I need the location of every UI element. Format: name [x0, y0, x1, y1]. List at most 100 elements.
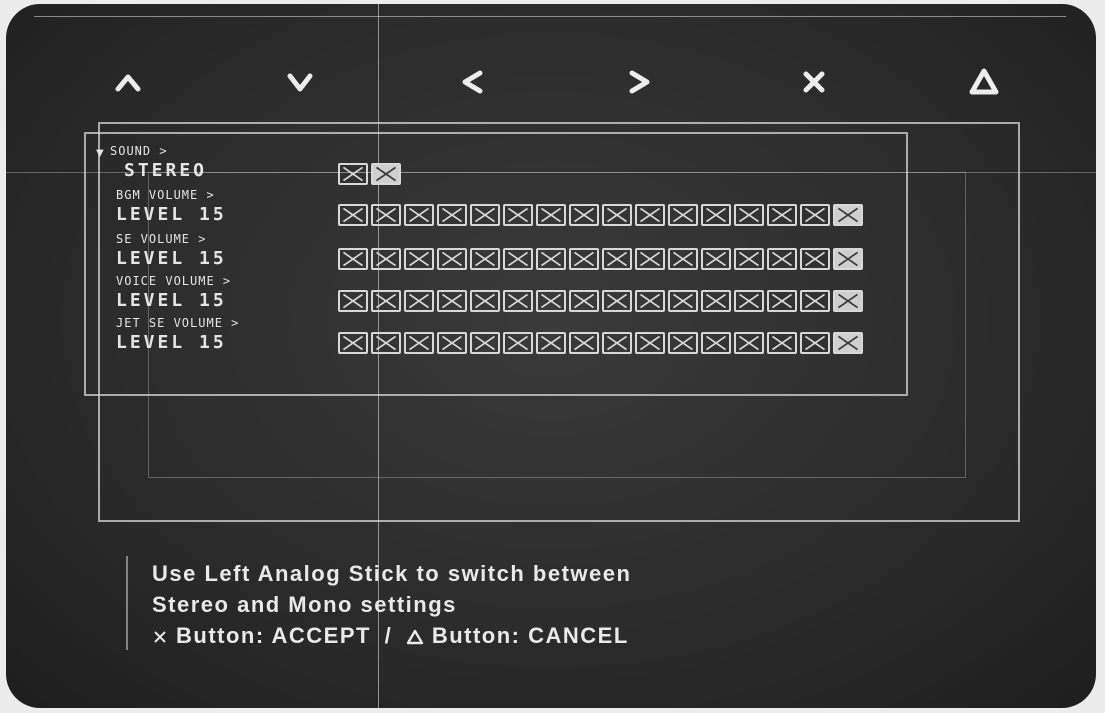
volume-cell[interactable] — [767, 248, 797, 270]
volume-cell[interactable] — [371, 204, 401, 226]
cross-button-icon — [152, 622, 168, 653]
bgm-volume-label: BGM VOLUME > — [116, 188, 215, 202]
volume-cell[interactable] — [470, 332, 500, 354]
volume-cell[interactable] — [569, 332, 599, 354]
volume-cell[interactable] — [371, 290, 401, 312]
cross-icon[interactable] — [792, 60, 836, 104]
volume-cell[interactable] — [734, 204, 764, 226]
down-chevron-icon[interactable] — [278, 60, 322, 104]
volume-cell[interactable] — [635, 290, 665, 312]
hint-separator: / — [384, 623, 393, 648]
game-screen: ▼ SOUND > STEREO BGM VOLUME > LEVEL 15 S… — [6, 4, 1096, 708]
volume-cell[interactable] — [767, 332, 797, 354]
volume-cell[interactable] — [635, 332, 665, 354]
volume-cell[interactable] — [404, 248, 434, 270]
left-chevron-icon[interactable] — [450, 60, 494, 104]
volume-cell[interactable] — [470, 204, 500, 226]
volume-cell[interactable] — [668, 290, 698, 312]
volume-cell[interactable] — [668, 332, 698, 354]
volume-cell[interactable] — [503, 204, 533, 226]
selection-arrow-icon: ▼ — [96, 148, 104, 159]
volume-cell[interactable] — [734, 290, 764, 312]
volume-cell[interactable] — [833, 332, 863, 354]
volume-cell[interactable] — [437, 332, 467, 354]
volume-cell[interactable] — [503, 248, 533, 270]
up-chevron-icon[interactable] — [106, 60, 150, 104]
volume-cell[interactable] — [800, 332, 830, 354]
volume-cell[interactable] — [734, 332, 764, 354]
help-line-1: Use Left Analog Stick to switch between — [152, 561, 632, 586]
volume-cell[interactable] — [602, 290, 632, 312]
volume-cell[interactable] — [503, 290, 533, 312]
volume-cell[interactable] — [503, 332, 533, 354]
volume-cell[interactable] — [701, 248, 731, 270]
volume-cell[interactable] — [635, 204, 665, 226]
se-level-text: LEVEL 15 — [116, 248, 227, 269]
bgm-volume-slider[interactable] — [338, 204, 863, 226]
volume-cell[interactable] — [536, 332, 566, 354]
volume-cell[interactable] — [602, 204, 632, 226]
volume-cell[interactable] — [404, 204, 434, 226]
volume-cell[interactable] — [668, 204, 698, 226]
stereo-label: STEREO — [124, 160, 208, 181]
volume-cell[interactable] — [701, 332, 731, 354]
volume-cell[interactable] — [569, 204, 599, 226]
jet-se-volume-label: JET SE VOLUME > — [116, 316, 240, 330]
volume-cell[interactable] — [701, 290, 731, 312]
volume-cell[interactable] — [437, 290, 467, 312]
help-line-3: Button: ACCEPT / Button: CANCEL — [152, 620, 631, 653]
volume-cell[interactable] — [404, 290, 434, 312]
volume-cell[interactable] — [668, 248, 698, 270]
volume-cell[interactable] — [437, 248, 467, 270]
volume-cell[interactable] — [800, 290, 830, 312]
right-chevron-icon[interactable] — [618, 60, 662, 104]
volume-cell[interactable] — [338, 204, 368, 226]
se-volume-slider[interactable] — [338, 248, 863, 270]
volume-cell[interactable] — [734, 248, 764, 270]
jet-se-volume-slider[interactable] — [338, 332, 863, 354]
volume-cell[interactable] — [701, 204, 731, 226]
help-text: Use Left Analog Stick to switch between … — [152, 558, 631, 653]
stereo-mono-selector[interactable] — [338, 163, 401, 185]
volume-cell[interactable] — [767, 204, 797, 226]
volume-cell[interactable] — [833, 290, 863, 312]
volume-cell[interactable] — [371, 332, 401, 354]
guide-line-top — [34, 16, 1066, 17]
volume-cell[interactable] — [338, 290, 368, 312]
volume-cell[interactable] — [536, 248, 566, 270]
volume-cell[interactable] — [338, 332, 368, 354]
voice-volume-slider[interactable] — [338, 290, 863, 312]
volume-cell[interactable] — [536, 204, 566, 226]
volume-cell[interactable] — [437, 204, 467, 226]
voice-volume-label: VOICE VOLUME > — [116, 274, 232, 288]
volume-cell[interactable] — [569, 290, 599, 312]
voice-level-text: LEVEL 15 — [116, 290, 227, 311]
volume-cell[interactable] — [338, 248, 368, 270]
volume-cell[interactable] — [635, 248, 665, 270]
volume-cell[interactable] — [602, 248, 632, 270]
volume-cell[interactable] — [833, 204, 863, 226]
se-volume-label: SE VOLUME > — [116, 232, 207, 246]
volume-cell[interactable] — [602, 332, 632, 354]
volume-cell[interactable] — [404, 332, 434, 354]
help-divider — [126, 556, 128, 650]
jet-se-level-text: LEVEL 15 — [116, 332, 227, 353]
accept-hint: Button: ACCEPT — [176, 623, 371, 648]
volume-cell[interactable] — [767, 290, 797, 312]
stereo-cell[interactable] — [338, 163, 368, 185]
section-label-sound: SOUND > — [110, 144, 168, 158]
volume-cell[interactable] — [569, 248, 599, 270]
volume-cell[interactable] — [536, 290, 566, 312]
stereo-cell[interactable] — [371, 163, 401, 185]
controller-button-row — [6, 60, 1096, 110]
sound-menu: ▼ SOUND > STEREO BGM VOLUME > LEVEL 15 S… — [90, 138, 890, 378]
volume-cell[interactable] — [371, 248, 401, 270]
volume-cell[interactable] — [800, 248, 830, 270]
volume-cell[interactable] — [470, 290, 500, 312]
triangle-icon[interactable] — [962, 60, 1006, 104]
help-line-2: Stereo and Mono settings — [152, 592, 457, 617]
volume-cell[interactable] — [833, 248, 863, 270]
volume-cell[interactable] — [470, 248, 500, 270]
volume-cell[interactable] — [800, 204, 830, 226]
bgm-level-text: LEVEL 15 — [116, 204, 227, 225]
